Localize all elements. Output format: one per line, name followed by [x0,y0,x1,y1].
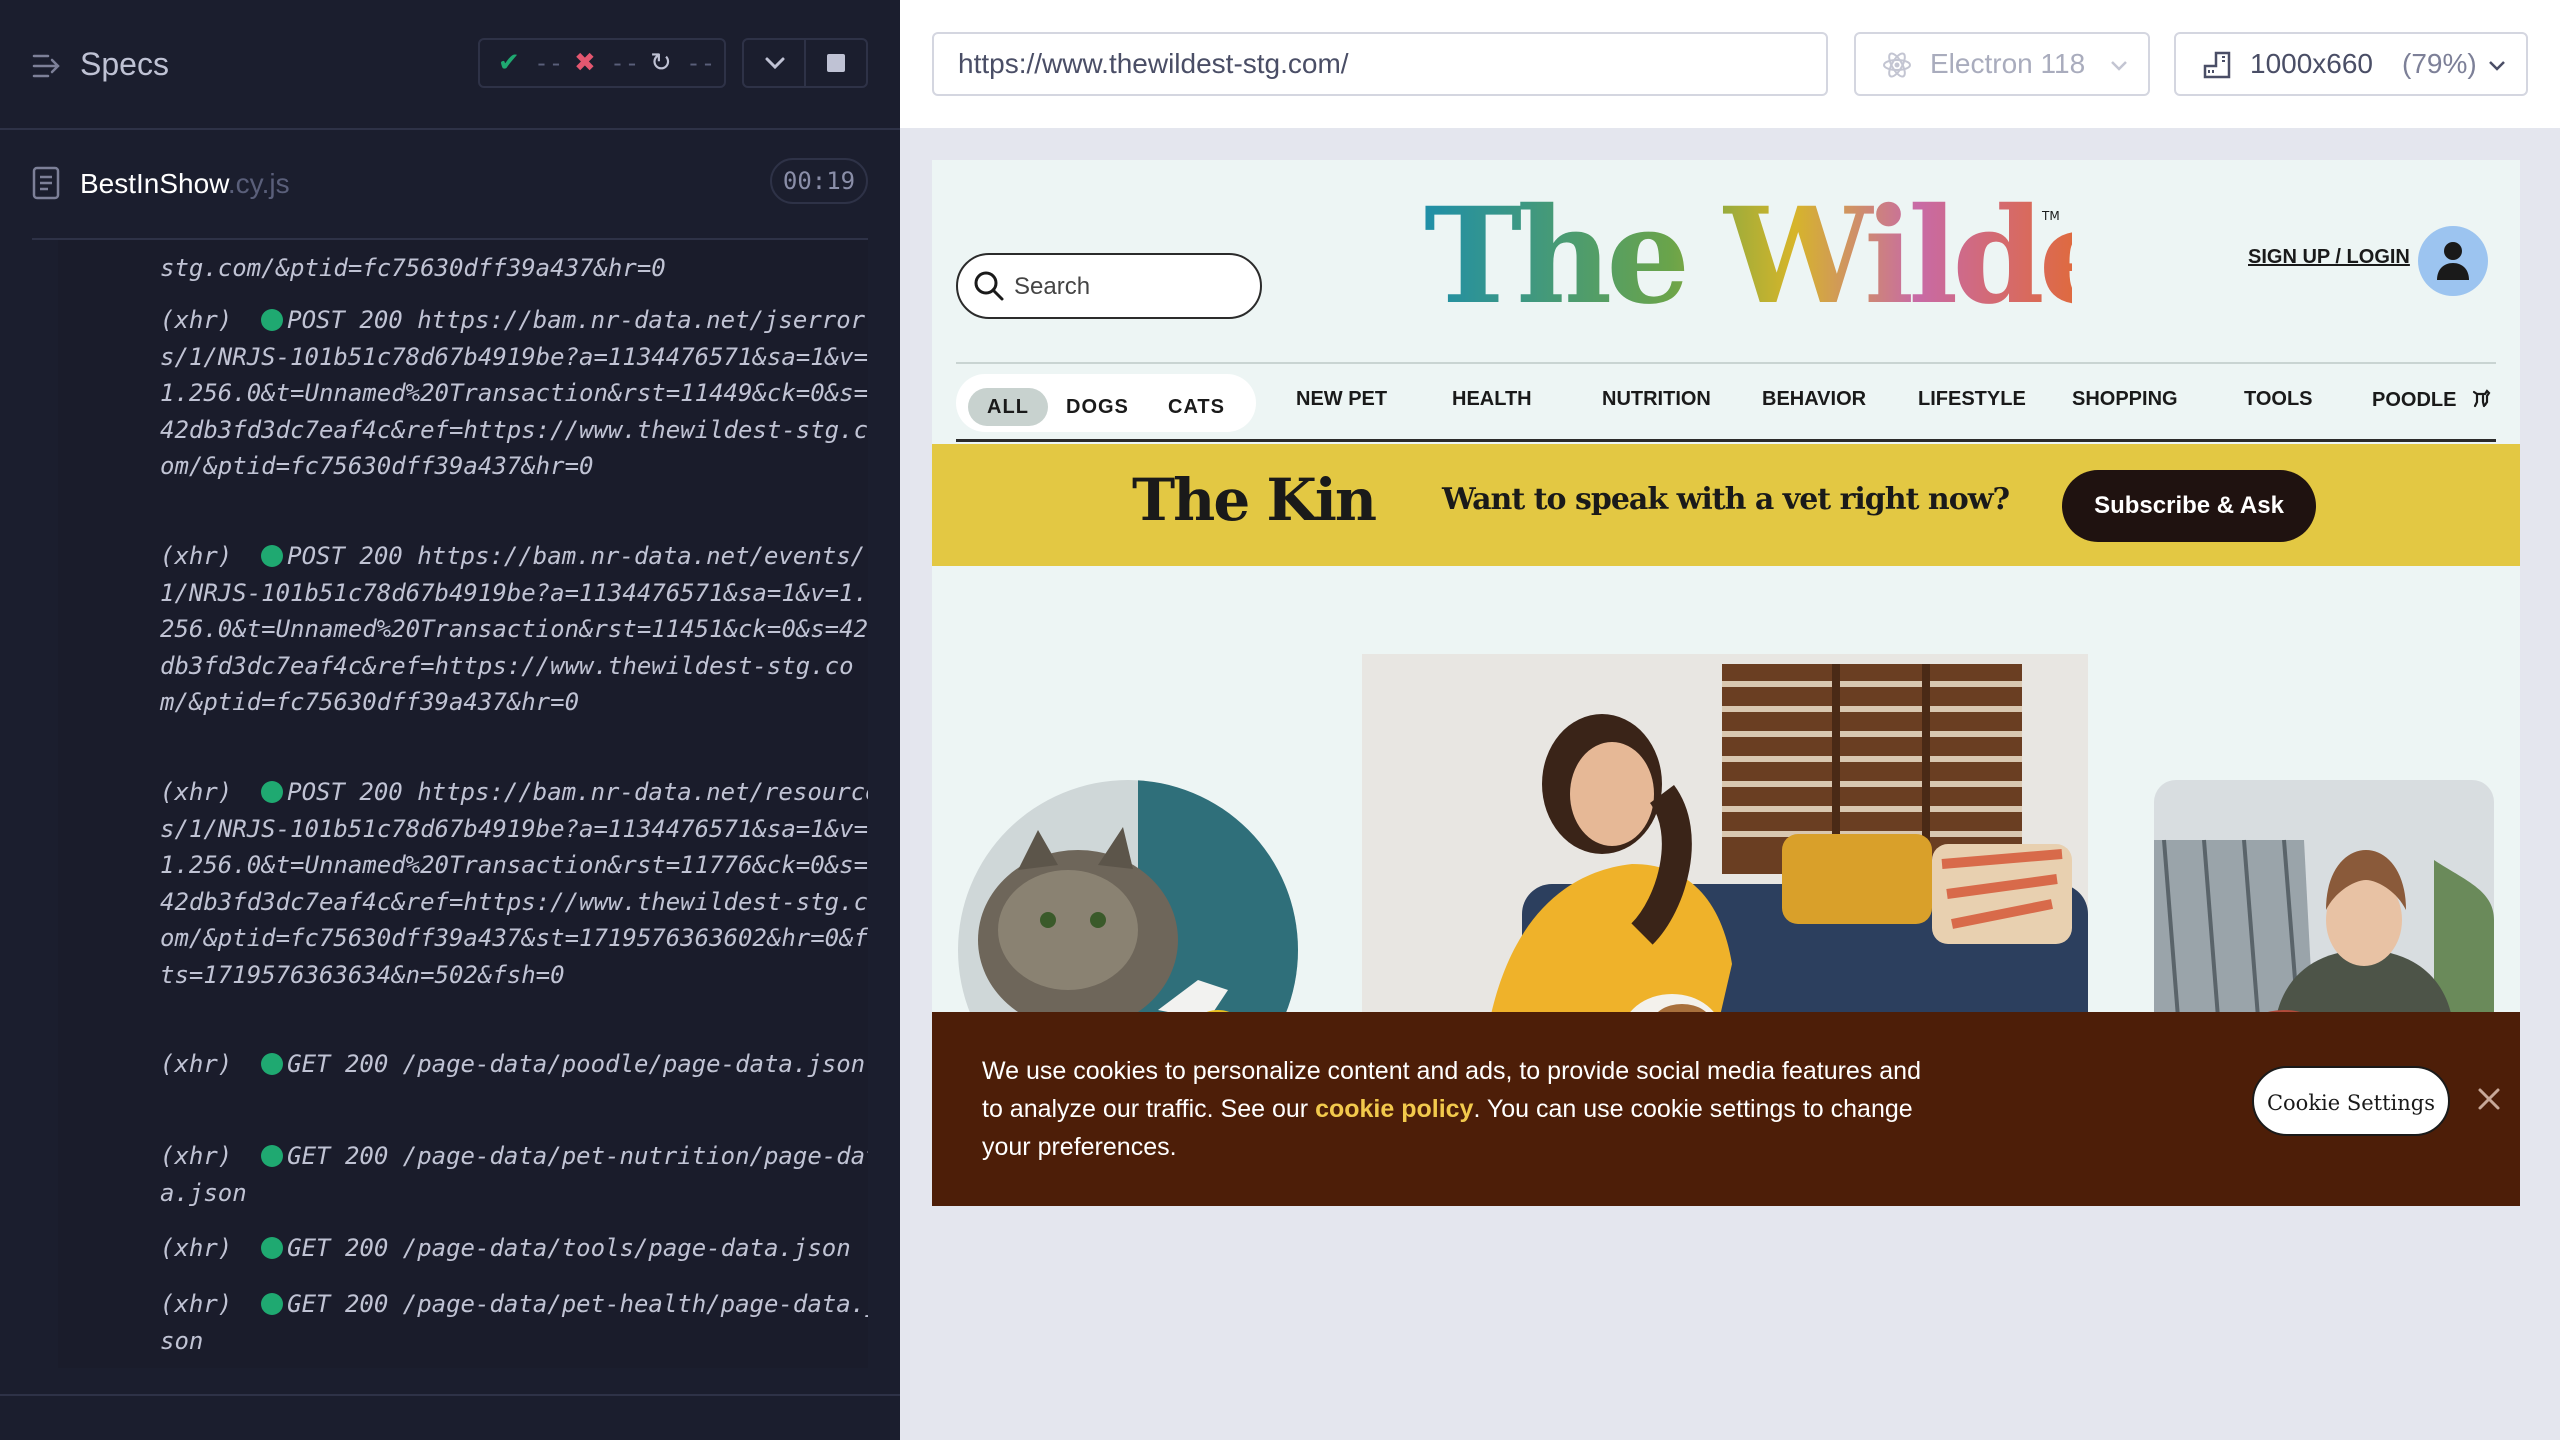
banner-text: Want to speak with a vet right now? [1442,482,2010,517]
cookie-message: We use cookies to personalize content an… [982,1057,1921,1161]
status-dot-icon [261,1145,284,1167]
nav-tools[interactable]: TOOLS [2244,388,2313,411]
app-preview-panel: https://www.thewildest-stg.com/ Electron… [900,0,2560,1440]
status-dot-icon [261,309,284,331]
collapse-button[interactable] [744,40,806,86]
log-entry[interactable]: (xhr) POST 200 https://bam.nr-data.net/e… [160,538,868,721]
nav-nutrition[interactable]: NUTRITION [1602,388,1711,411]
cookie-settings-button[interactable]: Cookie Settings [2252,1066,2450,1136]
nav-shopping[interactable]: SHOPPING [2072,388,2178,411]
website-frame: Search The Wildest TM SIGN UP / LOGIN [932,160,2520,1206]
spinner-icon: ↻ [650,48,672,78]
dog-icon [2472,389,2491,408]
search-icon [974,271,1004,301]
chevron-down-icon [2489,61,2505,71]
pending-count: ↻ -- [650,48,716,78]
chevron-down-icon [765,57,785,70]
cookie-banner: We use cookies to personalize content an… [932,1012,2520,1206]
electron-icon [1883,52,1911,78]
check-icon: ✔ [498,48,520,78]
site-search-input[interactable]: Search [956,253,1262,319]
specs-toggle-icon[interactable] [32,50,64,82]
cookie-policy-link[interactable]: cookie policy [1315,1095,1473,1123]
failed-count: ✖ -- [574,48,640,78]
viewport-scale: (79%) [2402,48,2477,79]
log-entry[interactable]: stg.com/&ptid=fc75630dff39a437&hr=0 [160,250,868,287]
pet-filter: ALL DOGS CATS [956,374,1256,432]
log-entry[interactable]: (xhr) GET 200 /page-data/pet-health/page… [160,1286,868,1359]
log-entry[interactable]: (xhr) GET 200 /page-data/tools/page-data… [160,1230,868,1267]
signup-login-link[interactable]: SIGN UP / LOGIN [2248,246,2410,269]
passed-count: ✔ -- [498,48,564,78]
log-entry[interactable]: (xhr) GET 200 /page-data/pet-nutrition/p… [160,1138,868,1211]
the-wildest-logo[interactable]: The Wildest TM [1412,170,2072,320]
stop-icon [827,54,845,72]
url-bar[interactable]: https://www.thewildest-stg.com/ [932,32,1828,96]
viewport-size: 1000x660 [2250,48,2374,79]
ruler-icon [2203,51,2231,79]
subscribe-ask-button[interactable]: Subscribe & Ask [2062,470,2316,542]
svg-text:The Wildest: The Wildest [1424,179,2072,320]
command-log[interactable]: stg.com/&ptid=fc75630dff39a437&hr=0 (xhr… [58,240,868,1368]
close-icon[interactable] [2474,1084,2504,1114]
specs-header: Specs ✔ -- ✖ -- ↻ -- [0,0,900,130]
status-dot-icon [261,1293,284,1315]
aut-toolbar: https://www.thewildest-stg.com/ Electron… [900,0,2560,128]
browser-selector[interactable]: Electron 118 [1854,32,2150,96]
log-entry[interactable]: (xhr) POST 200 https://bam.nr-data.net/r… [160,774,868,993]
the-kin-banner: The Kin Want to speak with a vet right n… [932,444,2520,566]
status-dot-icon [261,1237,284,1259]
spec-filename: BestInShow.cy.js [80,168,290,199]
nav-health[interactable]: HEALTH [1452,388,1532,411]
status-dot-icon [261,545,284,567]
chevron-down-icon [2111,61,2127,71]
nav-poodle[interactable]: POODLE [2372,388,2492,412]
test-stats: ✔ -- ✖ -- ↻ -- [478,38,726,88]
svg-text:TM: TM [2041,209,2060,223]
x-icon: ✖ [574,48,596,78]
nav-new-pet[interactable]: NEW PET [1296,388,1387,411]
site-navigation: ALL DOGS CATS NEW PET HEALTH NUTRITION B… [956,362,2496,442]
viewport-selector[interactable]: 1000x660 (79%) [2174,32,2528,96]
cypress-runner-panel: Specs ✔ -- ✖ -- ↻ -- BestInShow.cy.js 00… [0,0,900,1440]
browser-label: Electron 118 [1930,48,2086,79]
log-entry[interactable]: (xhr) GET 200 /page-data/poodle/page-dat… [160,1046,868,1083]
status-dot-icon [261,781,284,803]
spec-row[interactable]: BestInShow.cy.js 00:19 [0,130,900,240]
runner-controls [742,38,868,88]
nav-behavior[interactable]: BEHAVIOR [1762,388,1866,411]
user-icon [2437,242,2469,280]
filter-cats[interactable]: CATS [1168,388,1225,426]
nav-lifestyle[interactable]: LIFESTYLE [1918,388,2026,411]
status-dot-icon [261,1053,284,1075]
the-kin-logo: The Kin [1132,466,1377,534]
stop-button[interactable] [806,40,866,86]
divider [0,1394,900,1396]
specs-title[interactable]: Specs [80,46,169,83]
user-avatar[interactable] [2418,226,2488,296]
spec-duration: 00:19 [770,158,868,204]
filter-all[interactable]: ALL [968,388,1048,426]
file-icon [32,166,60,200]
filter-dogs[interactable]: DOGS [1066,388,1129,426]
log-entry[interactable]: (xhr) POST 200 https://bam.nr-data.net/j… [160,302,868,485]
